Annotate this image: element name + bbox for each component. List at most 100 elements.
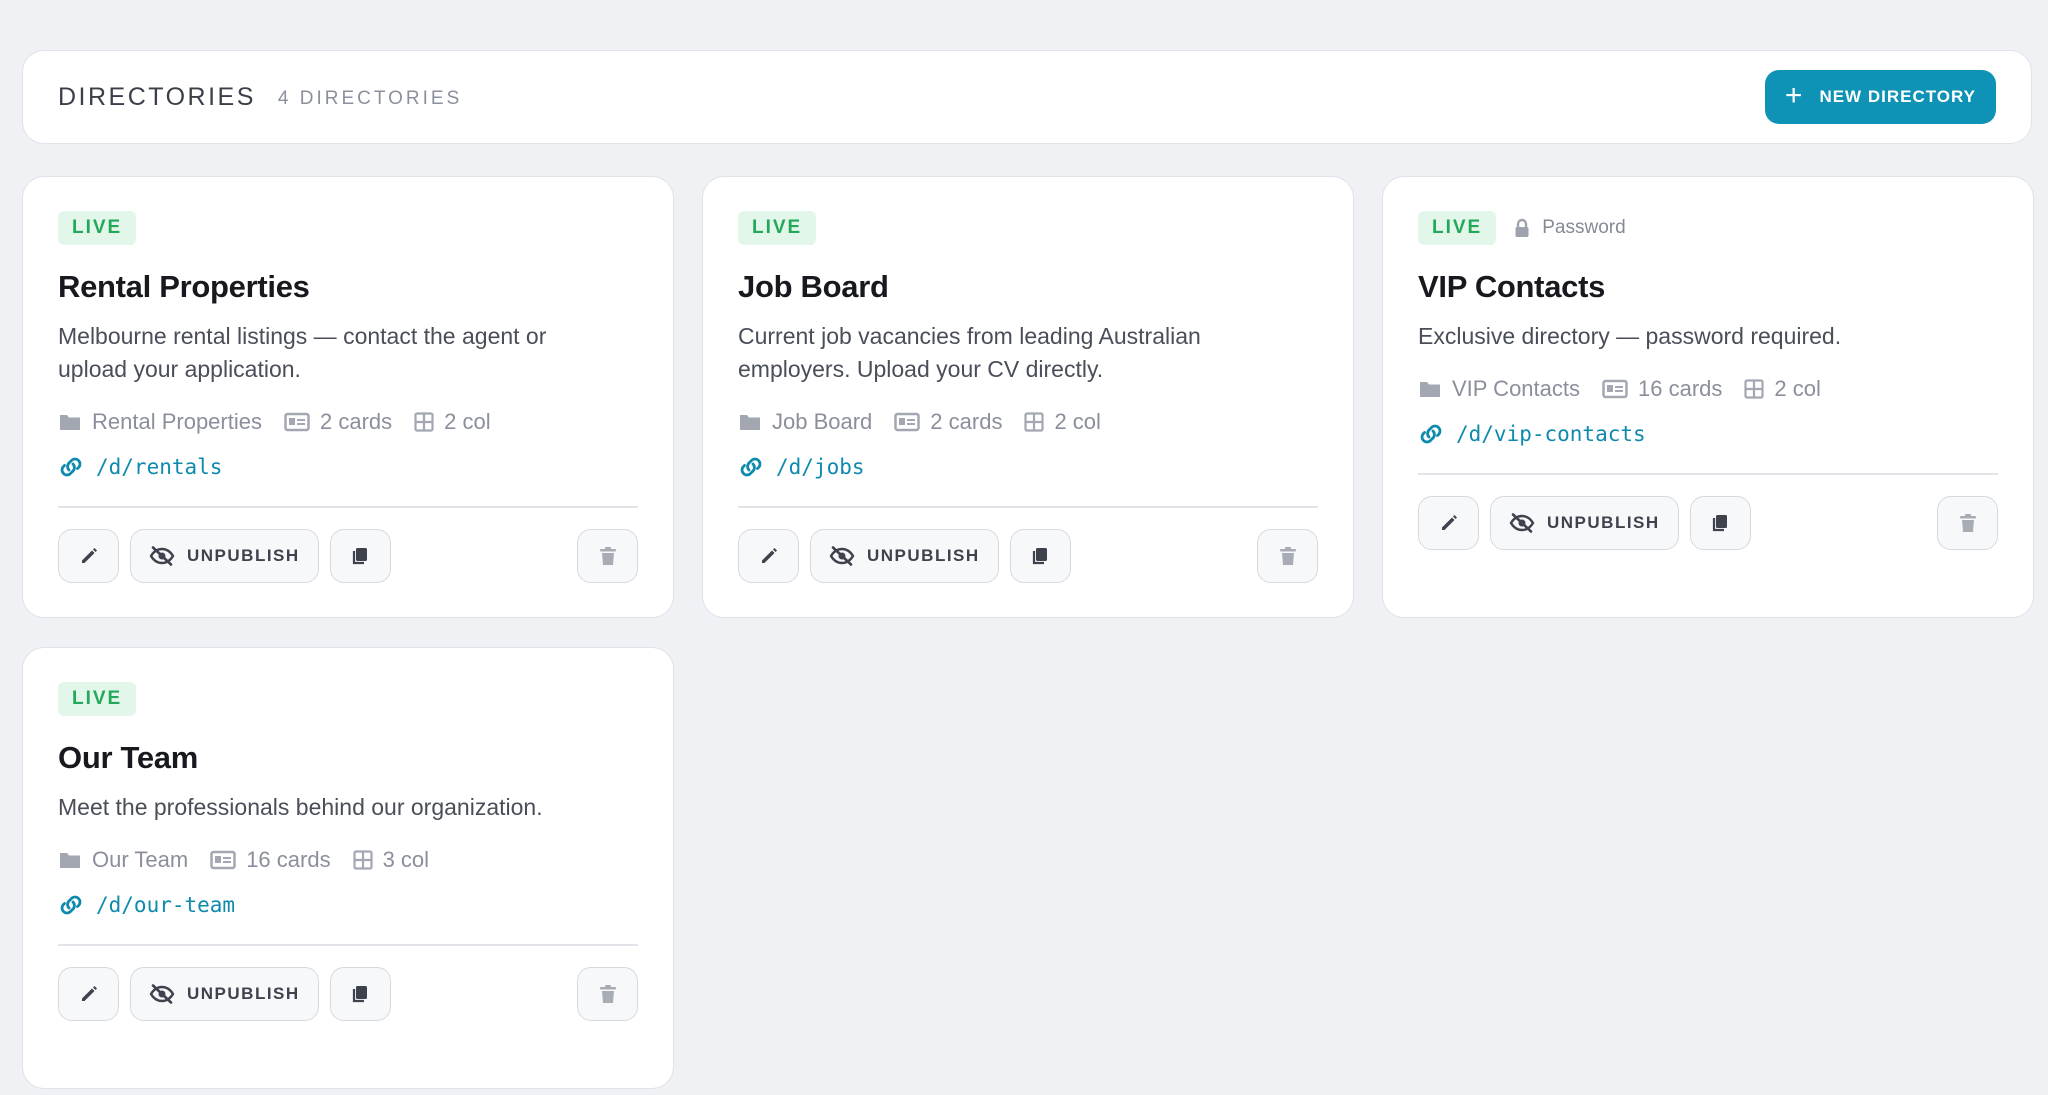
- link-icon: [1418, 423, 1444, 445]
- id-card-icon: [284, 412, 310, 432]
- copy-icon: [350, 546, 370, 566]
- plus-icon: +: [1784, 78, 1804, 112]
- pencil-icon: [79, 546, 99, 566]
- folder-icon: [58, 850, 82, 870]
- card-divider: [58, 506, 638, 508]
- copy-icon: [1710, 513, 1730, 533]
- link-icon: [58, 456, 84, 478]
- card-divider: [738, 506, 1318, 508]
- status-badge: LIVE: [738, 211, 817, 245]
- trash-icon: [599, 546, 617, 566]
- directory-card: LIVE Rental Properties Melbourne rental …: [22, 176, 674, 618]
- grid-icon: [414, 412, 434, 432]
- copy-button[interactable]: [329, 529, 391, 583]
- id-card-icon: [1602, 379, 1628, 399]
- new-directory-button[interactable]: + NEW DIRECTORY: [1764, 70, 1996, 124]
- protection-label: Password: [1542, 217, 1626, 238]
- folder-name: Rental Properties: [92, 409, 262, 434]
- columns-count: 2 col: [1774, 376, 1821, 401]
- page-title: DIRECTORIES: [58, 82, 256, 111]
- columns-count: 2 col: [444, 409, 491, 434]
- unpublish-button[interactable]: UNPUBLISH: [130, 967, 319, 1021]
- card-description: Meet the professionals behind our organi…: [58, 794, 543, 820]
- grid-icon: [352, 850, 373, 870]
- delete-button[interactable]: [1257, 529, 1318, 583]
- unpublish-label: UNPUBLISH: [187, 546, 300, 565]
- folder-name: VIP Contacts: [1452, 376, 1580, 401]
- card-title: Rental Properties: [58, 269, 310, 304]
- unpublish-button[interactable]: UNPUBLISH: [810, 529, 999, 583]
- folder-icon: [1418, 379, 1442, 399]
- card-meta: VIP Contacts 16 cards 2 col: [1418, 376, 1821, 402]
- card-meta: Job Board 2 cards 2 col: [738, 409, 1101, 435]
- lock-icon: [1514, 218, 1530, 238]
- card-description: Melbourne rental listings — contact the …: [58, 323, 547, 382]
- card-title: Our Team: [58, 740, 199, 775]
- card-actions: UNPUBLISH: [1418, 496, 1998, 550]
- pencil-icon: [79, 984, 99, 1004]
- eye-slash-icon: [149, 546, 175, 566]
- folder-name: Our Team: [92, 847, 189, 872]
- pencil-icon: [1439, 513, 1459, 533]
- unpublish-label: UNPUBLISH: [867, 546, 980, 565]
- directory-card: LIVE Password VIP Contacts Exclusive dir…: [1382, 176, 2034, 618]
- id-card-icon: [210, 850, 236, 870]
- edit-button[interactable]: [738, 529, 799, 583]
- unpublish-button[interactable]: UNPUBLISH: [130, 529, 319, 583]
- directory-link[interactable]: /d/vip-contacts: [1418, 422, 1646, 446]
- card-title: VIP Contacts: [1418, 269, 1606, 304]
- card-description: Exclusive directory — password required.: [1418, 323, 1842, 349]
- card-title: Job Board: [738, 269, 889, 304]
- eye-slash-icon: [1509, 513, 1535, 533]
- grid-icon: [1024, 412, 1045, 432]
- status-badge: LIVE: [58, 211, 137, 245]
- password-badge: Password: [1514, 217, 1626, 239]
- card-divider: [1418, 473, 1998, 475]
- directory-path: /d/jobs: [776, 455, 865, 479]
- unpublish-button[interactable]: UNPUBLISH: [1490, 496, 1679, 550]
- edit-button[interactable]: [58, 529, 119, 583]
- directory-path: /d/vip-contacts: [1456, 422, 1646, 446]
- card-divider: [58, 944, 638, 946]
- directory-link[interactable]: /d/rentals: [58, 455, 222, 479]
- cards-count: 16 cards: [246, 847, 331, 872]
- directory-link[interactable]: /d/jobs: [738, 455, 865, 479]
- pencil-icon: [759, 546, 779, 566]
- card-actions: UNPUBLISH: [58, 529, 638, 583]
- trash-icon: [599, 984, 617, 1004]
- copy-icon: [1030, 546, 1050, 566]
- folder-icon: [58, 412, 82, 432]
- status-badge: LIVE: [58, 682, 137, 716]
- copy-button[interactable]: [329, 967, 391, 1021]
- directory-path: /d/our-team: [96, 893, 236, 917]
- directory-card: LIVE Our Team Meet the professionals beh…: [22, 647, 674, 1089]
- delete-button[interactable]: [577, 967, 638, 1021]
- id-card-icon: [894, 412, 921, 432]
- directory-count: 4 DIRECTORIES: [277, 87, 463, 109]
- directories-header: DIRECTORIES 4 DIRECTORIES + NEW DIRECTOR…: [22, 50, 2032, 144]
- card-meta: Our Team 16 cards 3 col: [58, 847, 429, 873]
- edit-button[interactable]: [58, 967, 119, 1021]
- trash-icon: [1959, 513, 1977, 533]
- delete-button[interactable]: [577, 529, 638, 583]
- copy-icon: [350, 984, 370, 1004]
- cards-count: 16 cards: [1638, 376, 1723, 401]
- eye-slash-icon: [149, 984, 175, 1004]
- directory-path: /d/rentals: [96, 455, 223, 479]
- columns-count: 2 col: [1054, 409, 1101, 434]
- trash-icon: [1279, 546, 1297, 566]
- copy-button[interactable]: [1689, 496, 1751, 550]
- folder-icon: [738, 412, 762, 432]
- cards-count: 2 cards: [930, 409, 1003, 434]
- directory-card: LIVE Job Board Current job vacancies fro…: [702, 176, 1354, 618]
- grid-icon: [1744, 379, 1764, 399]
- edit-button[interactable]: [1418, 496, 1479, 550]
- new-directory-label: NEW DIRECTORY: [1819, 87, 1976, 106]
- link-icon: [738, 456, 764, 478]
- copy-button[interactable]: [1009, 529, 1071, 583]
- card-description: Current job vacancies from leading Austr…: [738, 323, 1201, 382]
- delete-button[interactable]: [1937, 496, 1998, 550]
- card-actions: UNPUBLISH: [738, 529, 1318, 583]
- columns-count: 3 col: [382, 847, 430, 872]
- directory-link[interactable]: /d/our-team: [58, 893, 235, 917]
